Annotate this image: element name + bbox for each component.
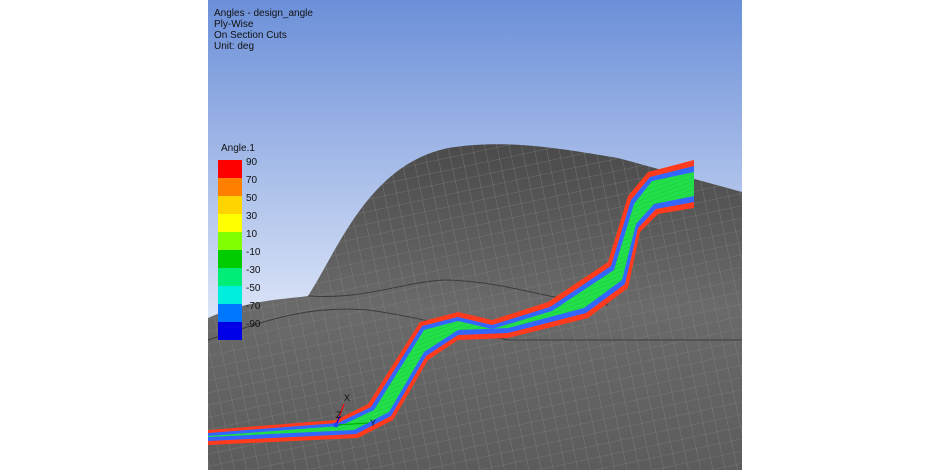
legend-title: Angle.1 [221, 143, 255, 154]
result-title: Angles - design_angle [214, 8, 313, 19]
legend-swatch [218, 322, 242, 340]
legend-swatch [218, 286, 242, 304]
result-scope: On Section Cuts [214, 30, 287, 41]
legend-swatch [218, 232, 242, 250]
legend-swatch [218, 304, 242, 322]
legend-swatch [218, 160, 242, 178]
legend-label: 30 [246, 211, 258, 222]
3d-viewport[interactable]: Angles - design_angle Ply-Wise On Sectio… [208, 0, 742, 470]
triad-z-label: Z [336, 410, 342, 420]
triad-x-label: X [344, 393, 351, 403]
legend-label: -10 [246, 247, 261, 258]
legend-label: 50 [246, 193, 258, 204]
legend-label: -70 [246, 301, 261, 312]
legend-swatch [218, 250, 242, 268]
legend-swatch [218, 268, 242, 286]
legend-swatch [218, 178, 242, 196]
legend-label: 70 [246, 175, 258, 186]
legend-label: 90 [246, 157, 258, 168]
legend-label: -50 [246, 283, 261, 294]
legend-swatch [218, 214, 242, 232]
triad-y-label: Y [370, 418, 377, 428]
result-mode: Ply-Wise [214, 19, 254, 30]
model-render [208, 0, 742, 470]
legend-label: -30 [246, 265, 261, 276]
result-unit: Unit: deg [214, 41, 255, 52]
legend-swatch [218, 196, 242, 214]
legend-label: 10 [246, 229, 258, 240]
legend-label: -90 [246, 319, 261, 330]
